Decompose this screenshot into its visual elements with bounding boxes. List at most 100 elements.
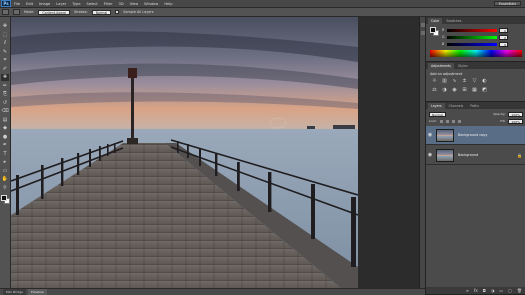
clone-stamp-icon[interactable]: ⎘ (1, 91, 9, 98)
menu-3d[interactable]: 3D (116, 2, 127, 6)
channel-mixer-icon[interactable]: ⊞ (461, 87, 468, 93)
opacity-label: Opacity: (493, 112, 506, 116)
tab-styles[interactable]: Styles (455, 63, 471, 69)
green-value-input[interactable]: 0 (499, 34, 508, 40)
blue-value-input[interactable]: 0 (499, 41, 508, 47)
color-swatches[interactable] (0, 195, 10, 205)
strokes-select[interactable]: Normal (91, 9, 112, 15)
link-icon[interactable]: ∞ (466, 288, 469, 293)
tools-panel: ✥ ⬚ ℓ ✎ ⌗ ✐ ✚ ✏ ⎘ ↺ ⌫ ▤ ◆ ● ✒ T ▸ ▭ ✋ ⚲ (0, 17, 11, 288)
red-slider[interactable] (447, 28, 497, 32)
eye-icon[interactable]: ◉ (426, 132, 434, 138)
gradient-icon[interactable]: ▤ (1, 117, 9, 124)
hand-icon[interactable]: ✋ (1, 176, 9, 183)
group-icon[interactable]: ▭ (499, 288, 503, 293)
shape-icon[interactable]: ▭ (1, 168, 9, 175)
menu-layer[interactable]: Layer (53, 2, 69, 6)
brightness-icon[interactable]: ☼ (431, 78, 438, 84)
vibrance-icon[interactable]: ▽ (471, 78, 478, 84)
dodge-icon[interactable]: ● (1, 134, 9, 141)
selection-mode-icon[interactable] (13, 9, 20, 15)
eraser-icon[interactable]: ⌫ (1, 108, 9, 115)
fx-icon[interactable]: fx (474, 288, 478, 293)
fg-bg-color-picker[interactable] (430, 27, 439, 36)
menu-filter[interactable]: Filter (101, 2, 116, 6)
opacity-input[interactable]: 100% (508, 111, 523, 117)
eye-icon[interactable]: ◉ (426, 152, 434, 158)
trash-icon[interactable]: 🗑 (517, 288, 522, 293)
layer-row-background[interactable]: ◉ Background 🔒 (426, 146, 525, 165)
color-spectrum-ramp[interactable] (430, 50, 522, 57)
mask-icon[interactable]: ◘ (483, 288, 486, 293)
curves-icon[interactable]: ∿ (451, 78, 458, 84)
layer-name[interactable]: Background (458, 153, 478, 157)
brush-icon[interactable]: ✏ (1, 83, 9, 90)
tab-mini-bridge[interactable]: Mini Bridge (3, 289, 26, 295)
history-brush-icon[interactable]: ↺ (1, 100, 9, 107)
blur-icon[interactable]: ◆ (1, 125, 9, 132)
menu-select[interactable]: Select (84, 2, 101, 6)
strokes-label: Strokes: (73, 10, 88, 14)
lock-position-icon[interactable] (451, 119, 455, 123)
photo-filter-icon[interactable]: ◉ (451, 87, 458, 93)
layer-thumbnail (436, 128, 454, 142)
workspace-switcher[interactable]: Essentials (494, 1, 521, 6)
exposure-icon[interactable]: ± (461, 78, 468, 84)
menu-view[interactable]: View (127, 2, 142, 6)
layer-name[interactable]: Background copy (458, 133, 487, 137)
levels-icon[interactable]: ▥ (441, 78, 448, 84)
move-icon[interactable]: ✥ (1, 23, 9, 30)
tab-channels[interactable]: Channels (446, 103, 467, 109)
properties-panel-icon[interactable] (420, 31, 425, 35)
eyedropper-icon[interactable]: ✐ (1, 66, 9, 73)
menu-window[interactable]: Window (141, 2, 161, 6)
menu-image[interactable]: Image (36, 2, 53, 6)
invert-icon[interactable]: ◩ (481, 87, 488, 93)
lock-pixels-icon[interactable] (445, 119, 449, 123)
marquee-icon[interactable]: ⬚ (1, 32, 9, 39)
foreground-color-swatch[interactable] (430, 27, 436, 33)
color-panel: Color Swatches R 0 G 0 B 0 (426, 17, 525, 62)
layers-panel: Layers Channels Paths Normal Opacity: 10… (426, 102, 525, 295)
green-slider[interactable] (447, 35, 497, 39)
black-white-icon[interactable]: ◑ (441, 87, 448, 93)
menu-file[interactable]: File (11, 2, 23, 6)
tab-adjustments[interactable]: Adjustments (428, 63, 454, 69)
patch-tool-icon[interactable] (2, 9, 9, 15)
crop-icon[interactable]: ⌗ (1, 57, 9, 64)
tab-swatches[interactable]: Swatches (443, 18, 464, 24)
lock-transparency-icon[interactable] (439, 119, 443, 123)
quick-select-icon[interactable]: ✎ (1, 49, 9, 56)
mode-select[interactable]: Content-Aware (38, 9, 70, 15)
sample-all-layers-checkbox[interactable] (115, 10, 120, 14)
document-canvas[interactable] (11, 17, 358, 288)
tab-timeline[interactable]: Timeline (27, 289, 47, 295)
color-lookup-icon[interactable]: ▦ (471, 87, 478, 93)
layer-row-background-copy[interactable]: ◉ Background copy (426, 126, 525, 145)
zoom-icon[interactable]: ⚲ (1, 185, 9, 192)
type-icon[interactable]: T (1, 151, 9, 158)
foreground-color-swatch[interactable] (0, 195, 7, 201)
blend-mode-select[interactable]: Normal (429, 111, 446, 117)
path-select-icon[interactable]: ▸ (1, 159, 9, 166)
adjustment-layer-icon[interactable]: ◑ (491, 288, 495, 293)
color-balance-icon[interactable]: ⚖ (431, 87, 438, 93)
red-value-input[interactable]: 0 (499, 27, 508, 33)
menu-help[interactable]: Help (161, 2, 175, 6)
menu-edit[interactable]: Edit (23, 2, 36, 6)
pen-icon[interactable]: ✒ (1, 142, 9, 149)
lasso-icon[interactable]: ℓ (1, 40, 9, 47)
hue-saturation-icon[interactable]: ◐ (481, 78, 488, 84)
menu-type[interactable]: Type (69, 2, 83, 6)
fill-input[interactable]: 100% (508, 118, 523, 124)
tab-color[interactable]: Color (428, 18, 443, 24)
tab-layers[interactable]: Layers (428, 103, 445, 109)
green-label: G (442, 35, 445, 39)
red-slider-row: R 0 (442, 27, 522, 33)
lock-all-icon[interactable] (457, 119, 461, 123)
new-layer-icon[interactable]: ▢ (508, 288, 512, 293)
history-panel-icon[interactable] (420, 23, 425, 27)
tab-paths[interactable]: Paths (467, 103, 482, 109)
healing-icon[interactable]: ✚ (1, 74, 9, 81)
blue-slider[interactable] (447, 42, 497, 46)
